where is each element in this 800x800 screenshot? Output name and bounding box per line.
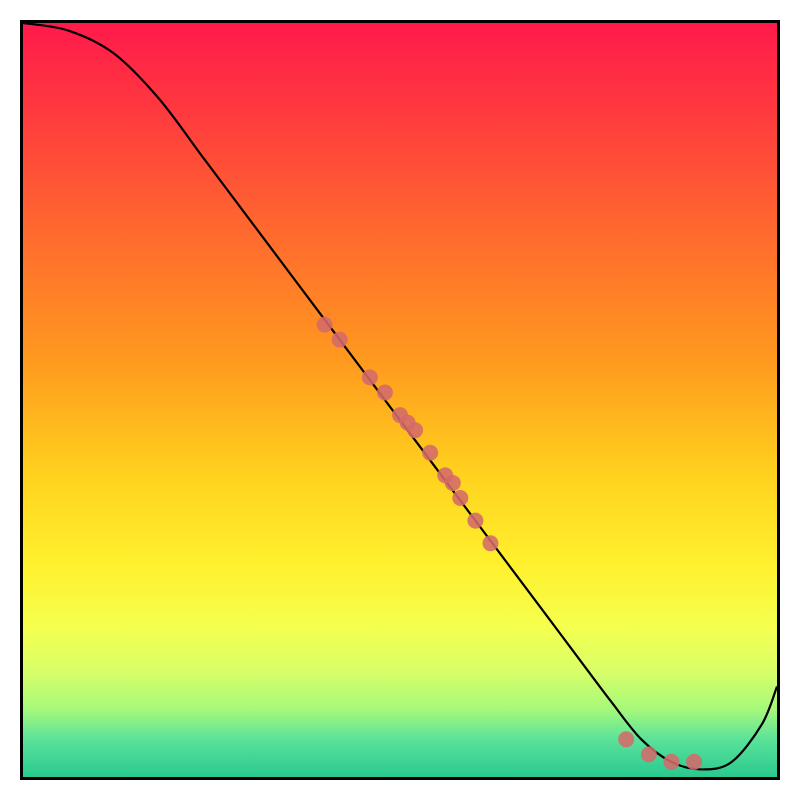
data-point	[445, 475, 461, 491]
plot-frame: TheBottleneck.com	[20, 20, 780, 780]
data-point	[663, 754, 679, 770]
chart-stage: TheBottleneck.com	[0, 0, 800, 800]
data-point	[377, 384, 393, 400]
plot-svg	[23, 23, 777, 777]
data-point	[618, 731, 634, 747]
data-point	[422, 445, 438, 461]
data-point	[686, 754, 702, 770]
data-point	[641, 746, 657, 762]
data-point	[452, 490, 468, 506]
data-point	[482, 535, 498, 551]
data-point	[317, 317, 333, 333]
data-point	[467, 513, 483, 529]
data-point	[407, 422, 423, 438]
data-point	[332, 332, 348, 348]
plot-background	[23, 23, 777, 777]
data-point	[362, 369, 378, 385]
